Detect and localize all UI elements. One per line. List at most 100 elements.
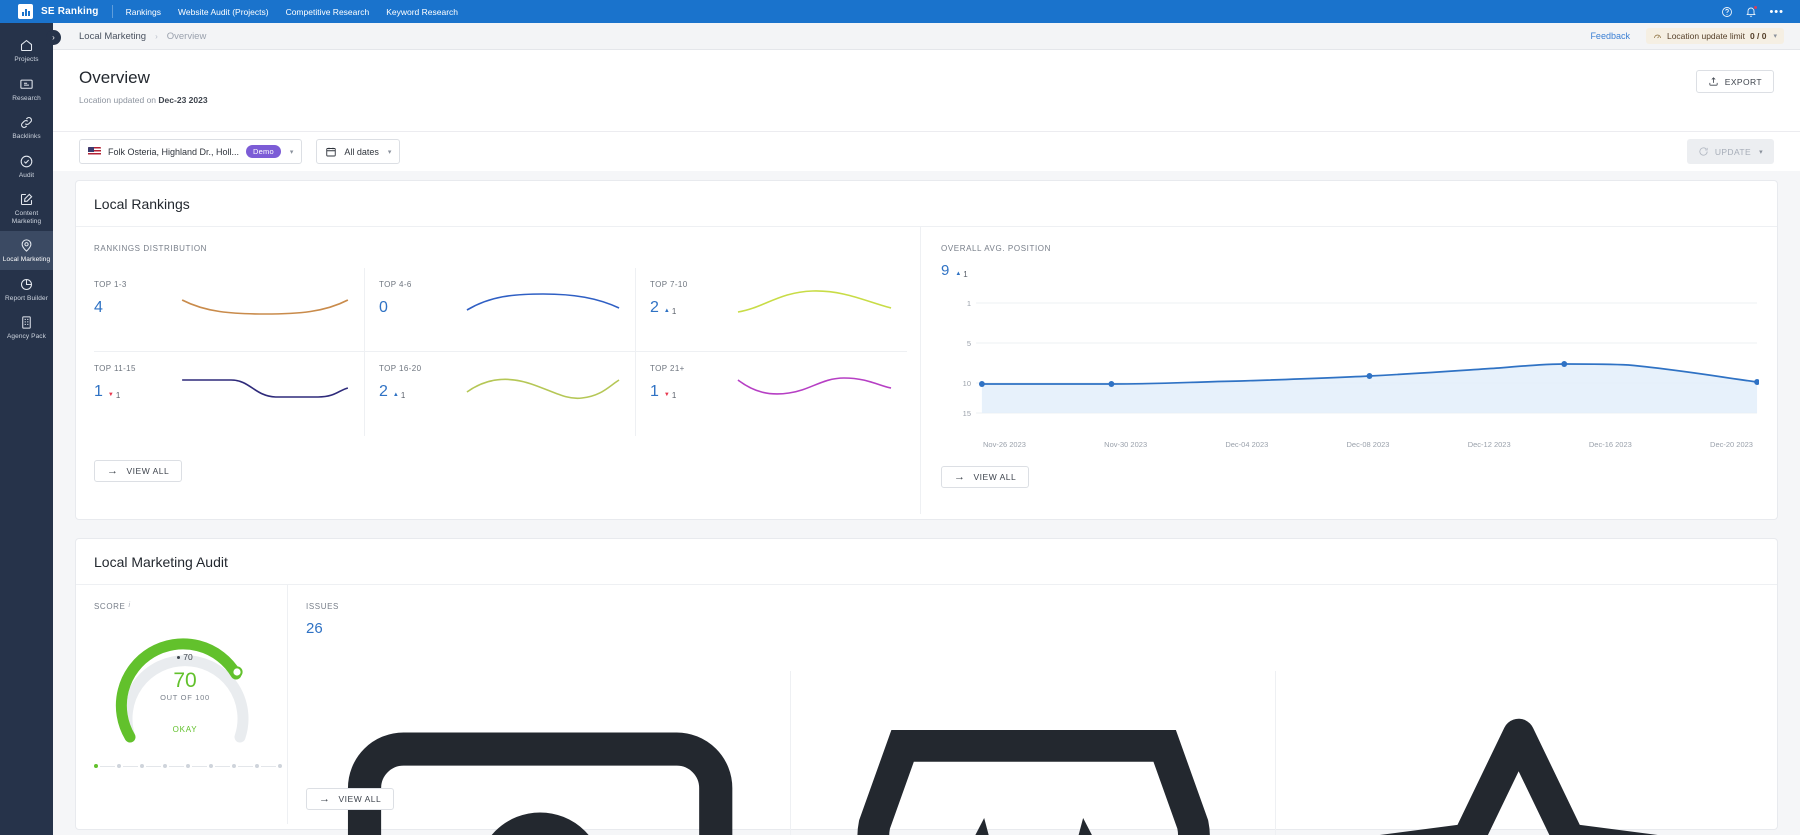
left-sidebar: Projects Research Backlinks Audit Conten…	[0, 23, 53, 835]
scale-dot	[255, 764, 259, 768]
overall-avg-position-chart[interactable]: 1 5 10 15 Nov-26 2023 Nov-30 2023 Dec-04…	[941, 285, 1759, 449]
audit-view-all-button[interactable]: → VIEW ALL	[306, 788, 395, 810]
local-marketing-audit-header: Local Marketing Audit	[76, 539, 1777, 585]
rank-cell-value: 4	[94, 299, 103, 316]
feedback-link[interactable]: Feedback	[1590, 31, 1630, 41]
rank-cell-meta: TOP 4-6 0	[379, 280, 465, 317]
rank-cell-meta: TOP 11-15 1 ▼ 1	[94, 364, 180, 401]
rank-cell-top-1-3[interactable]: TOP 1-3 4	[94, 268, 365, 352]
rankings-view-all-button[interactable]: → VIEW ALL	[94, 460, 183, 482]
rank-cell-top-21-plus[interactable]: TOP 21+ 1 ▼ 1	[636, 352, 907, 436]
triangle-up-icon: ▲	[955, 271, 962, 277]
rankings-distribution-grid: TOP 1-3 4 TOP 4-6 0 TOP 7-10 2 ▲ 1 TOP 1…	[94, 268, 909, 436]
export-label: EXPORT	[1724, 76, 1762, 87]
date-range-selector[interactable]: All dates ▾	[316, 139, 401, 164]
chevron-down-icon[interactable]: ▾	[388, 148, 392, 156]
sidebar-label-backlinks: Backlinks	[12, 133, 41, 140]
local-marketing-audit-card: Local Marketing Audit SCORE i 70 70 OUT …	[75, 538, 1778, 835]
audit-view-all-label: VIEW ALL	[338, 794, 382, 804]
arrow-right-icon: →	[954, 470, 966, 483]
overall-avg-position-label: OVERALL AVG. POSITION	[941, 244, 1051, 253]
sparkline-top-7-10	[736, 282, 893, 328]
breadcrumb-separator: ›	[155, 31, 158, 41]
audit-score-panel: SCORE i 70 70 OUT OF 100 OKAY	[76, 585, 288, 824]
nav-link-rankings[interactable]: Rankings	[126, 7, 161, 17]
overall-avg-position-delta-value: 1	[963, 269, 968, 279]
sidebar-label-audit: Audit	[18, 171, 35, 179]
content-area: Local Rankings RANKINGS DISTRIBUTION TOP…	[53, 171, 1800, 835]
overall-avg-position-value-row: 9 ▲ 1	[941, 262, 1759, 279]
rank-cell-name: TOP 11-15	[94, 364, 136, 373]
breadcrumb-actions: Feedback Location update limit 0 / 0 ▾	[1590, 28, 1784, 44]
sidebar-label-research: Research	[12, 94, 41, 102]
audit-issues-panel: ISSUES 26 GOOGLE BUSINESS PROFILE	[288, 585, 1777, 835]
rank-cell-top-7-10[interactable]: TOP 7-10 2 ▲ 1	[636, 268, 907, 352]
filter-bar: Folk Osteria, Highland Dr., Holl... Demo…	[53, 132, 1800, 171]
rank-cell-delta: ▲ 1	[393, 391, 405, 400]
audit-category-reviews: REVIEWS 8	[1274, 671, 1759, 835]
overall-avg-position-value: 9	[941, 262, 950, 279]
top-nav-links: Rankings Website Audit (Projects) Compet…	[126, 7, 458, 17]
sparkline-top-1-3	[180, 282, 350, 328]
update-button[interactable]: UPDATE ▾	[1686, 139, 1774, 164]
x-tick-0: Nov-26 2023	[983, 440, 1026, 449]
overall-view-all-button[interactable]: → VIEW ALL	[941, 466, 1030, 488]
sidebar-item-backlinks[interactable]: Backlinks	[0, 108, 53, 147]
monitor-icon	[19, 77, 34, 92]
rank-cell-meta: TOP 7-10 2 ▲ 1	[650, 280, 736, 317]
sidebar-item-research[interactable]: Research	[0, 70, 53, 109]
y-tick-1: 1	[966, 299, 971, 308]
se-ranking-logo[interactable]	[18, 4, 33, 19]
help-icon[interactable]	[1721, 6, 1733, 18]
rank-cell-top-4-6[interactable]: TOP 4-6 0	[365, 268, 636, 352]
rank-cell-meta: TOP 1-3 4	[94, 280, 180, 317]
location-update-limit-badge[interactable]: Location update limit 0 / 0 ▾	[1645, 28, 1784, 44]
x-tick-5: Dec-16 2023	[1588, 440, 1632, 449]
breadcrumb-parent[interactable]: Local Marketing	[79, 31, 146, 42]
sidebar-item-content-marketing[interactable]: Content Marketing	[0, 185, 53, 231]
scale-dot	[117, 764, 121, 768]
scale-dot	[232, 764, 236, 768]
triangle-up-icon: ▲	[663, 308, 670, 314]
score-info-icon[interactable]: i	[128, 602, 130, 611]
audit-score-scale	[94, 764, 287, 768]
rank-cell-value: 1	[94, 383, 103, 400]
sidebar-item-local-marketing[interactable]: Local Marketing	[0, 231, 53, 270]
sidebar-item-report-builder[interactable]: Report Builder	[0, 270, 53, 309]
rankings-distribution-label: RANKINGS DISTRIBUTION	[94, 244, 208, 253]
demo-badge: Demo	[246, 145, 281, 158]
rank-cell-top-11-15[interactable]: TOP 11-15 1 ▼ 1	[94, 352, 365, 436]
score-label-row: SCORE i	[94, 602, 287, 611]
nav-link-website-audit[interactable]: Website Audit (Projects)	[178, 7, 269, 17]
local-rankings-title: Local Rankings	[94, 196, 190, 212]
brand-name: SE Ranking	[41, 6, 99, 17]
scale-dot	[278, 764, 282, 768]
notifications-icon[interactable]	[1745, 4, 1759, 18]
nav-link-keyword-research[interactable]: Keyword Research	[386, 7, 458, 17]
audit-category-google-business-profile: GOOGLE BUSINESS PROFILE 0	[306, 671, 790, 835]
refresh-icon	[1698, 146, 1709, 157]
chevron-down-icon[interactable]: ▾	[1773, 32, 1777, 40]
local-marketing-audit-title: Local Marketing Audit	[94, 554, 228, 570]
page-subtitle-date: Dec-23 2023	[158, 95, 208, 105]
sidebar-item-audit[interactable]: Audit	[0, 147, 53, 186]
scale-dot	[163, 764, 167, 768]
x-tick-6: Dec-20 2023	[1710, 440, 1753, 449]
export-button[interactable]: EXPORT	[1695, 70, 1774, 93]
us-flag-icon	[88, 147, 101, 156]
issues-label: ISSUES	[306, 602, 339, 611]
nav-link-competitive-research[interactable]: Competitive Research	[286, 7, 370, 17]
location-selector[interactable]: Folk Osteria, Highland Dr., Holl... Demo…	[79, 139, 303, 164]
breadcrumb-current: Overview	[166, 30, 207, 42]
page-header: Overview Location updated on Dec-23 2023…	[53, 50, 1800, 132]
audit-score-out-of: OUT OF 100	[160, 693, 210, 702]
logo-bars-icon	[21, 8, 30, 16]
rank-cell-top-16-20[interactable]: TOP 16-20 2 ▲ 1	[365, 352, 636, 436]
chevron-down-icon[interactable]: ▾	[1759, 148, 1763, 156]
more-menu-icon[interactable]: •••	[1769, 6, 1784, 17]
x-tick-4: Dec-12 2023	[1467, 440, 1511, 449]
sidebar-item-agency-pack[interactable]: Agency Pack	[0, 308, 53, 347]
chevron-down-icon[interactable]: ▾	[290, 148, 294, 156]
sidebar-expand-toggle[interactable]: ›	[46, 30, 61, 45]
audit-score-value: 70	[173, 669, 197, 692]
